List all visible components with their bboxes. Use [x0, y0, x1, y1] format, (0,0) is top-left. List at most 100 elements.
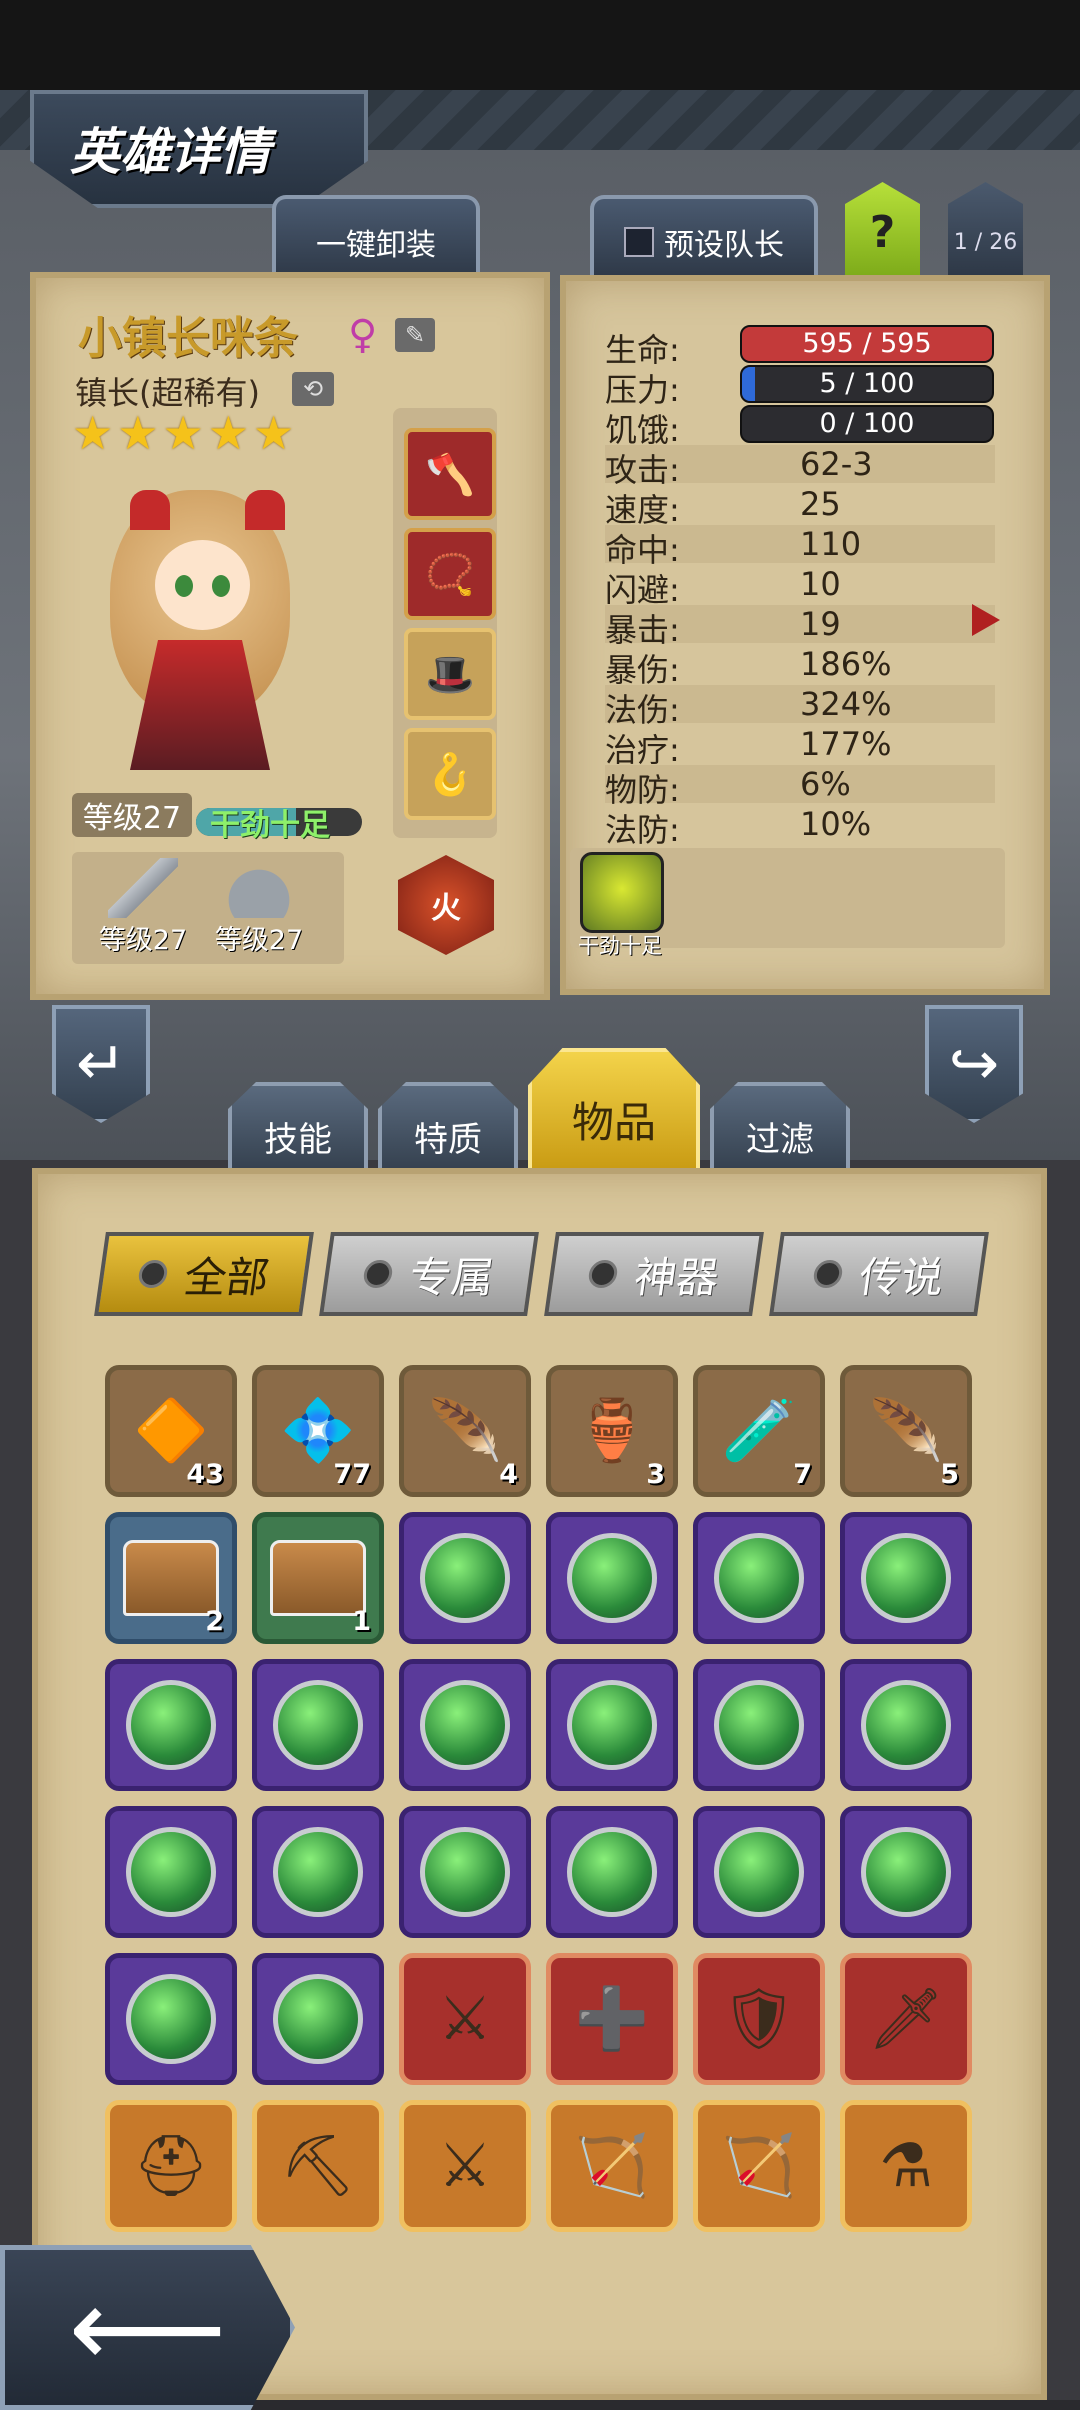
filter-legendary-button[interactable]: 传说	[769, 1232, 989, 1316]
inventory-item-slot[interactable]	[840, 1806, 972, 1938]
inventory-item-slot[interactable]: 🗡	[840, 1953, 972, 2085]
amulet-icon[interactable]: 📿	[404, 528, 496, 620]
white-feather-icon: 🪶	[868, 1396, 944, 1466]
back-button[interactable]: ⟵	[0, 2245, 295, 2410]
green-gem-icon	[126, 1680, 216, 1770]
green-gem-icon	[273, 1974, 363, 2064]
red-armor-icon: 🛡	[720, 1984, 798, 2054]
star-icon: ★	[117, 406, 159, 460]
inventory-item-slot[interactable]: ⚗	[840, 2100, 972, 2232]
stress-bar: 5 / 100	[740, 365, 994, 403]
inventory-item-slot[interactable]: ⛑	[105, 2100, 237, 2232]
hunger-value: 0 / 100	[819, 408, 915, 439]
female-icon: ♀	[348, 312, 378, 358]
axe-trinket-icon[interactable]: 🪓	[404, 428, 496, 520]
inventory-item-slot[interactable]: ⚔	[399, 1953, 531, 2085]
rename-edit-icon[interactable]: ✎	[395, 318, 435, 352]
inventory-item-slot[interactable]: 🔶 43	[105, 1365, 237, 1497]
inventory-item-slot[interactable]	[693, 1659, 825, 1791]
filter-artifact-button[interactable]: 神器	[544, 1232, 764, 1316]
weapon-slot[interactable]: 等级27	[88, 858, 198, 957]
inventory-item-slot[interactable]	[105, 1806, 237, 1938]
inventory-item-slot[interactable]: ➕	[546, 1953, 678, 2085]
trait-motivated-icon[interactable]	[580, 852, 664, 933]
inventory-item-slot[interactable]	[399, 1512, 531, 1644]
tab-items[interactable]: 物品	[528, 1048, 700, 1172]
inventory-item-slot[interactable]: 1	[252, 1512, 384, 1644]
inventory-item-slot[interactable]: 2	[105, 1512, 237, 1644]
green-gem-icon	[567, 1533, 657, 1623]
inventory-item-slot[interactable]: 🏹	[546, 2100, 678, 2232]
tab-skills[interactable]: 技能	[228, 1082, 368, 1172]
class-swap-icon[interactable]: ⟲	[292, 372, 334, 406]
stat-value: 110	[800, 525, 862, 563]
star-icon: ★	[72, 406, 114, 460]
stat-detail-arrow-icon[interactable]	[972, 604, 1000, 636]
preset-leader-toggle[interactable]: 预设队长	[590, 195, 818, 284]
inventory-item-slot[interactable]: 🪶 4	[399, 1365, 531, 1497]
inventory-item-slot[interactable]	[252, 1806, 384, 1938]
hero-level-badge: 等级27	[72, 793, 192, 837]
inventory-item-slot[interactable]	[252, 1659, 384, 1791]
filter-exclusive-button[interactable]: 专属	[319, 1232, 539, 1316]
green-gem-icon	[714, 1533, 804, 1623]
green-gem-icon	[567, 1827, 657, 1917]
green-gem-icon	[126, 1827, 216, 1917]
crystal-shard-icon: 💠	[280, 1396, 356, 1466]
item-count: 43	[186, 1459, 224, 1490]
trait-label: 干劲十足	[578, 934, 662, 958]
hunger-bar: 0 / 100	[740, 405, 994, 443]
unequip-all-button[interactable]: 一键卸装	[272, 195, 480, 284]
hero-star-rating: ★ ★ ★ ★ ★	[72, 410, 294, 456]
crossed-axes-icon: ⚔	[438, 1984, 492, 2054]
filter-legendary-label: 传说	[856, 1252, 948, 1302]
green-gem-icon	[714, 1680, 804, 1770]
inventory-item-slot[interactable]: ⛏	[252, 2100, 384, 2232]
green-gem-icon	[861, 1533, 951, 1623]
scythe-crossbow-icon: 🏹	[721, 2131, 797, 2201]
inventory-item-slot[interactable]	[546, 1512, 678, 1644]
inventory-item-slot[interactable]	[546, 1806, 678, 1938]
inventory-item-slot[interactable]	[399, 1806, 531, 1938]
crossbow-icon: 🏹	[574, 2131, 650, 2201]
inventory-item-slot[interactable]	[693, 1806, 825, 1938]
filter-all-button[interactable]: 全部	[94, 1232, 314, 1316]
inventory-item-slot[interactable]	[840, 1512, 972, 1644]
inventory-item-slot[interactable]: 🪶 5	[840, 1365, 972, 1497]
hp-value: 595 / 595	[802, 328, 932, 359]
inventory-item-slot[interactable]	[105, 1953, 237, 2085]
inventory-item-slot[interactable]	[840, 1659, 972, 1791]
green-gem-icon	[273, 1680, 363, 1770]
green-gem-icon	[273, 1827, 363, 1917]
inventory-item-slot[interactable]: 🏺 3	[546, 1365, 678, 1497]
inventory-item-slot[interactable]: 🛡	[693, 1953, 825, 2085]
preset-leader-checkbox[interactable]	[624, 226, 654, 257]
tab-traits[interactable]: 特质	[378, 1082, 518, 1172]
filter-artifact-label: 神器	[631, 1252, 723, 1302]
inventory-item-slot[interactable]: 🏹	[693, 2100, 825, 2232]
green-gem-icon	[861, 1827, 951, 1917]
stat-value: 186%	[800, 645, 892, 683]
preset-leader-label: 预设队长	[664, 227, 784, 263]
horn-charm-icon[interactable]: 🪝	[404, 728, 496, 820]
hero-portrait[interactable]	[50, 470, 370, 770]
armor-slot[interactable]: 等级27	[204, 858, 314, 957]
inventory-item-slot[interactable]: 💠 77	[252, 1365, 384, 1497]
stat-value: 62-3	[800, 445, 873, 483]
inventory-item-slot[interactable]	[252, 1953, 384, 2085]
stat-row: 攻击: 62-3	[605, 445, 995, 489]
green-gem-icon	[567, 1680, 657, 1770]
item-count: 7	[793, 1459, 812, 1490]
stat-row: 物防: 6%	[605, 765, 995, 809]
inventory-item-slot[interactable]	[105, 1659, 237, 1791]
tab-filter[interactable]: 过滤	[710, 1082, 850, 1172]
inventory-item-slot[interactable]	[399, 1659, 531, 1791]
inventory-item-slot[interactable]	[546, 1659, 678, 1791]
inventory-item-slot[interactable]: 🧪 7	[693, 1365, 825, 1497]
amber-rune-icon: 🔶	[133, 1396, 209, 1466]
inventory-item-slot[interactable]: ⚔	[399, 2100, 531, 2232]
blue-chest-icon	[123, 1540, 219, 1616]
inventory-item-slot[interactable]	[693, 1512, 825, 1644]
item-count: 1	[352, 1606, 371, 1637]
witch-hat-icon[interactable]: 🎩	[404, 628, 496, 720]
